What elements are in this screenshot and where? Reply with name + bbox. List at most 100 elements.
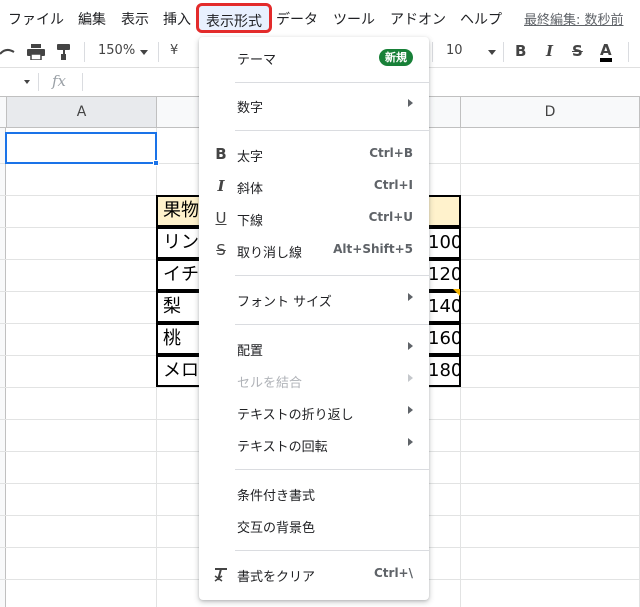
font-size-dropdown-icon[interactable] bbox=[488, 50, 496, 55]
menu-item-merge-cells: セルを結合 bbox=[199, 366, 429, 396]
submenu-arrow-icon bbox=[408, 438, 413, 446]
column-header-b[interactable] bbox=[157, 97, 200, 128]
fill-handle[interactable] bbox=[153, 160, 159, 166]
menu-item-label: 書式をクリア bbox=[237, 570, 316, 585]
menu-divider bbox=[235, 469, 429, 470]
italic-button[interactable]: I bbox=[546, 42, 553, 60]
table-cell-name[interactable]: メロ bbox=[156, 355, 204, 387]
last-edit-link[interactable]: 最終編集: 数秒前 bbox=[524, 9, 624, 28]
menu-item-italic[interactable]: I 斜体 Ctrl+I bbox=[199, 172, 429, 202]
menu-item-underline[interactable]: U 下線 Ctrl+U bbox=[199, 204, 429, 234]
menu-item-clear-format[interactable]: 書式をクリア Ctrl+\ bbox=[199, 560, 429, 590]
menu-item-label: 交互の背景色 bbox=[237, 521, 316, 536]
table-cell-name[interactable]: イチ bbox=[156, 259, 204, 291]
shortcut-label: Alt+Shift+5 bbox=[333, 242, 413, 256]
zoom-dropdown-icon[interactable] bbox=[140, 50, 148, 55]
new-badge: 新規 bbox=[379, 49, 413, 66]
shortcut-label: Ctrl+\ bbox=[373, 566, 413, 580]
currency-button[interactable]: ¥ bbox=[170, 43, 178, 58]
font-size-select[interactable]: 10 bbox=[446, 43, 463, 58]
table-cell-name[interactable]: 桃 bbox=[156, 323, 204, 355]
shortcut-label: Ctrl+U bbox=[368, 210, 413, 224]
toolbar-divider bbox=[432, 42, 433, 62]
menu-tools[interactable]: ツール bbox=[333, 9, 375, 29]
table-cell-price[interactable]: 100 bbox=[426, 227, 461, 259]
menu-item-alternating-colors[interactable]: 交互の背景色 bbox=[199, 511, 429, 541]
menu-item-label: 数字 bbox=[237, 101, 264, 116]
menu-file[interactable]: ファイル bbox=[8, 9, 64, 29]
menu-item-rotate-text[interactable]: テキストの回転 bbox=[199, 430, 429, 460]
table-cell-price[interactable]: 180 bbox=[426, 355, 461, 387]
menu-item-bold[interactable]: B 太字 Ctrl+B bbox=[199, 140, 429, 170]
table-cell-price[interactable]: 160 bbox=[426, 323, 461, 355]
formula-divider bbox=[82, 73, 83, 91]
select-all-corner[interactable] bbox=[0, 97, 7, 128]
row-header-strip bbox=[0, 128, 6, 607]
text-color-button[interactable]: A bbox=[600, 42, 612, 62]
table-cell-name[interactable]: 梨 bbox=[156, 291, 204, 323]
menu-addons[interactable]: アドオン bbox=[390, 9, 446, 29]
submenu-arrow-icon bbox=[408, 406, 413, 414]
submenu-arrow-icon bbox=[408, 293, 413, 301]
strikethrough-button[interactable]: S bbox=[572, 42, 583, 60]
toolbar-divider bbox=[84, 42, 85, 62]
menu-item-font-size[interactable]: フォント サイズ bbox=[199, 285, 429, 315]
column-header-a[interactable]: A bbox=[7, 97, 157, 128]
menu-item-align[interactable]: 配置 bbox=[199, 334, 429, 364]
paint-format-icon[interactable] bbox=[56, 44, 72, 60]
menu-item-label: フォント サイズ bbox=[237, 295, 332, 310]
menu-item-label: 取り消し線 bbox=[237, 246, 303, 261]
shortcut-label: Ctrl+B bbox=[369, 146, 413, 160]
menu-item-label: セルを結合 bbox=[237, 376, 303, 391]
menu-insert[interactable]: 挿入 bbox=[163, 9, 191, 29]
menu-item-label: テーマ bbox=[237, 53, 277, 68]
menu-item-label: テキストの回転 bbox=[237, 440, 328, 455]
menu-item-conditional-format[interactable]: 条件付き書式 bbox=[199, 479, 429, 509]
formula-divider bbox=[38, 73, 39, 91]
table-header-cell[interactable]: 果物 bbox=[156, 195, 204, 227]
menu-bar: ファイル 編集 表示 挿入 表示形式 データ ツール アドオン ヘルプ 最終編集… bbox=[0, 0, 640, 36]
menu-divider bbox=[235, 324, 429, 325]
comment-indicator[interactable] bbox=[453, 289, 460, 296]
selected-cell-a1[interactable] bbox=[5, 132, 157, 164]
menu-divider bbox=[235, 550, 429, 551]
underline-icon: U bbox=[215, 209, 227, 227]
toolbar-divider bbox=[503, 42, 504, 62]
menu-format[interactable]: 表示形式 bbox=[196, 3, 272, 33]
clear-format-icon bbox=[214, 568, 227, 582]
menu-edit[interactable]: 編集 bbox=[78, 9, 106, 29]
italic-icon: I bbox=[217, 177, 225, 195]
column-header-c[interactable] bbox=[429, 97, 461, 128]
name-box-dropdown-icon[interactable] bbox=[24, 80, 30, 84]
table-header-cell-price[interactable] bbox=[426, 195, 461, 227]
fx-icon: fx bbox=[52, 72, 67, 90]
menu-item-wrap-text[interactable]: テキストの折り返し bbox=[199, 398, 429, 428]
column-header-d[interactable]: D bbox=[461, 97, 640, 128]
redo-icon[interactable] bbox=[0, 45, 16, 59]
menu-item-label: 条件付き書式 bbox=[237, 489, 316, 504]
strikethrough-icon: S bbox=[216, 241, 226, 259]
zoom-select[interactable]: 150% bbox=[98, 43, 135, 58]
menu-data[interactable]: データ bbox=[276, 9, 318, 29]
menu-view[interactable]: 表示 bbox=[121, 9, 149, 29]
menu-item-label: 斜体 bbox=[237, 182, 264, 197]
table-cell-name[interactable]: リン bbox=[156, 227, 204, 259]
menu-item-label: 下線 bbox=[237, 214, 264, 229]
menu-divider bbox=[235, 82, 429, 83]
print-icon[interactable] bbox=[27, 44, 45, 60]
shortcut-label: Ctrl+I bbox=[373, 178, 413, 192]
format-menu: テーマ 新規 数字 B 太字 Ctrl+B I 斜体 Ctrl+I U 下線 C… bbox=[199, 37, 429, 600]
menu-divider bbox=[235, 275, 429, 276]
table-cell-price[interactable]: 120 bbox=[426, 259, 461, 291]
menu-item-theme[interactable]: テーマ 新規 bbox=[199, 43, 429, 73]
menu-item-strikethrough[interactable]: S 取り消し線 Alt+Shift+5 bbox=[199, 236, 429, 266]
menu-item-number[interactable]: 数字 bbox=[199, 91, 429, 121]
bold-button[interactable]: B bbox=[515, 42, 526, 60]
menu-item-label: テキストの折り返し bbox=[237, 408, 354, 423]
menu-help[interactable]: ヘルプ bbox=[460, 9, 502, 29]
submenu-arrow-icon bbox=[408, 374, 413, 382]
toolbar-divider bbox=[628, 42, 629, 62]
toolbar-divider bbox=[158, 42, 159, 62]
menu-item-label: 配置 bbox=[237, 344, 264, 359]
menu-divider bbox=[235, 130, 429, 131]
